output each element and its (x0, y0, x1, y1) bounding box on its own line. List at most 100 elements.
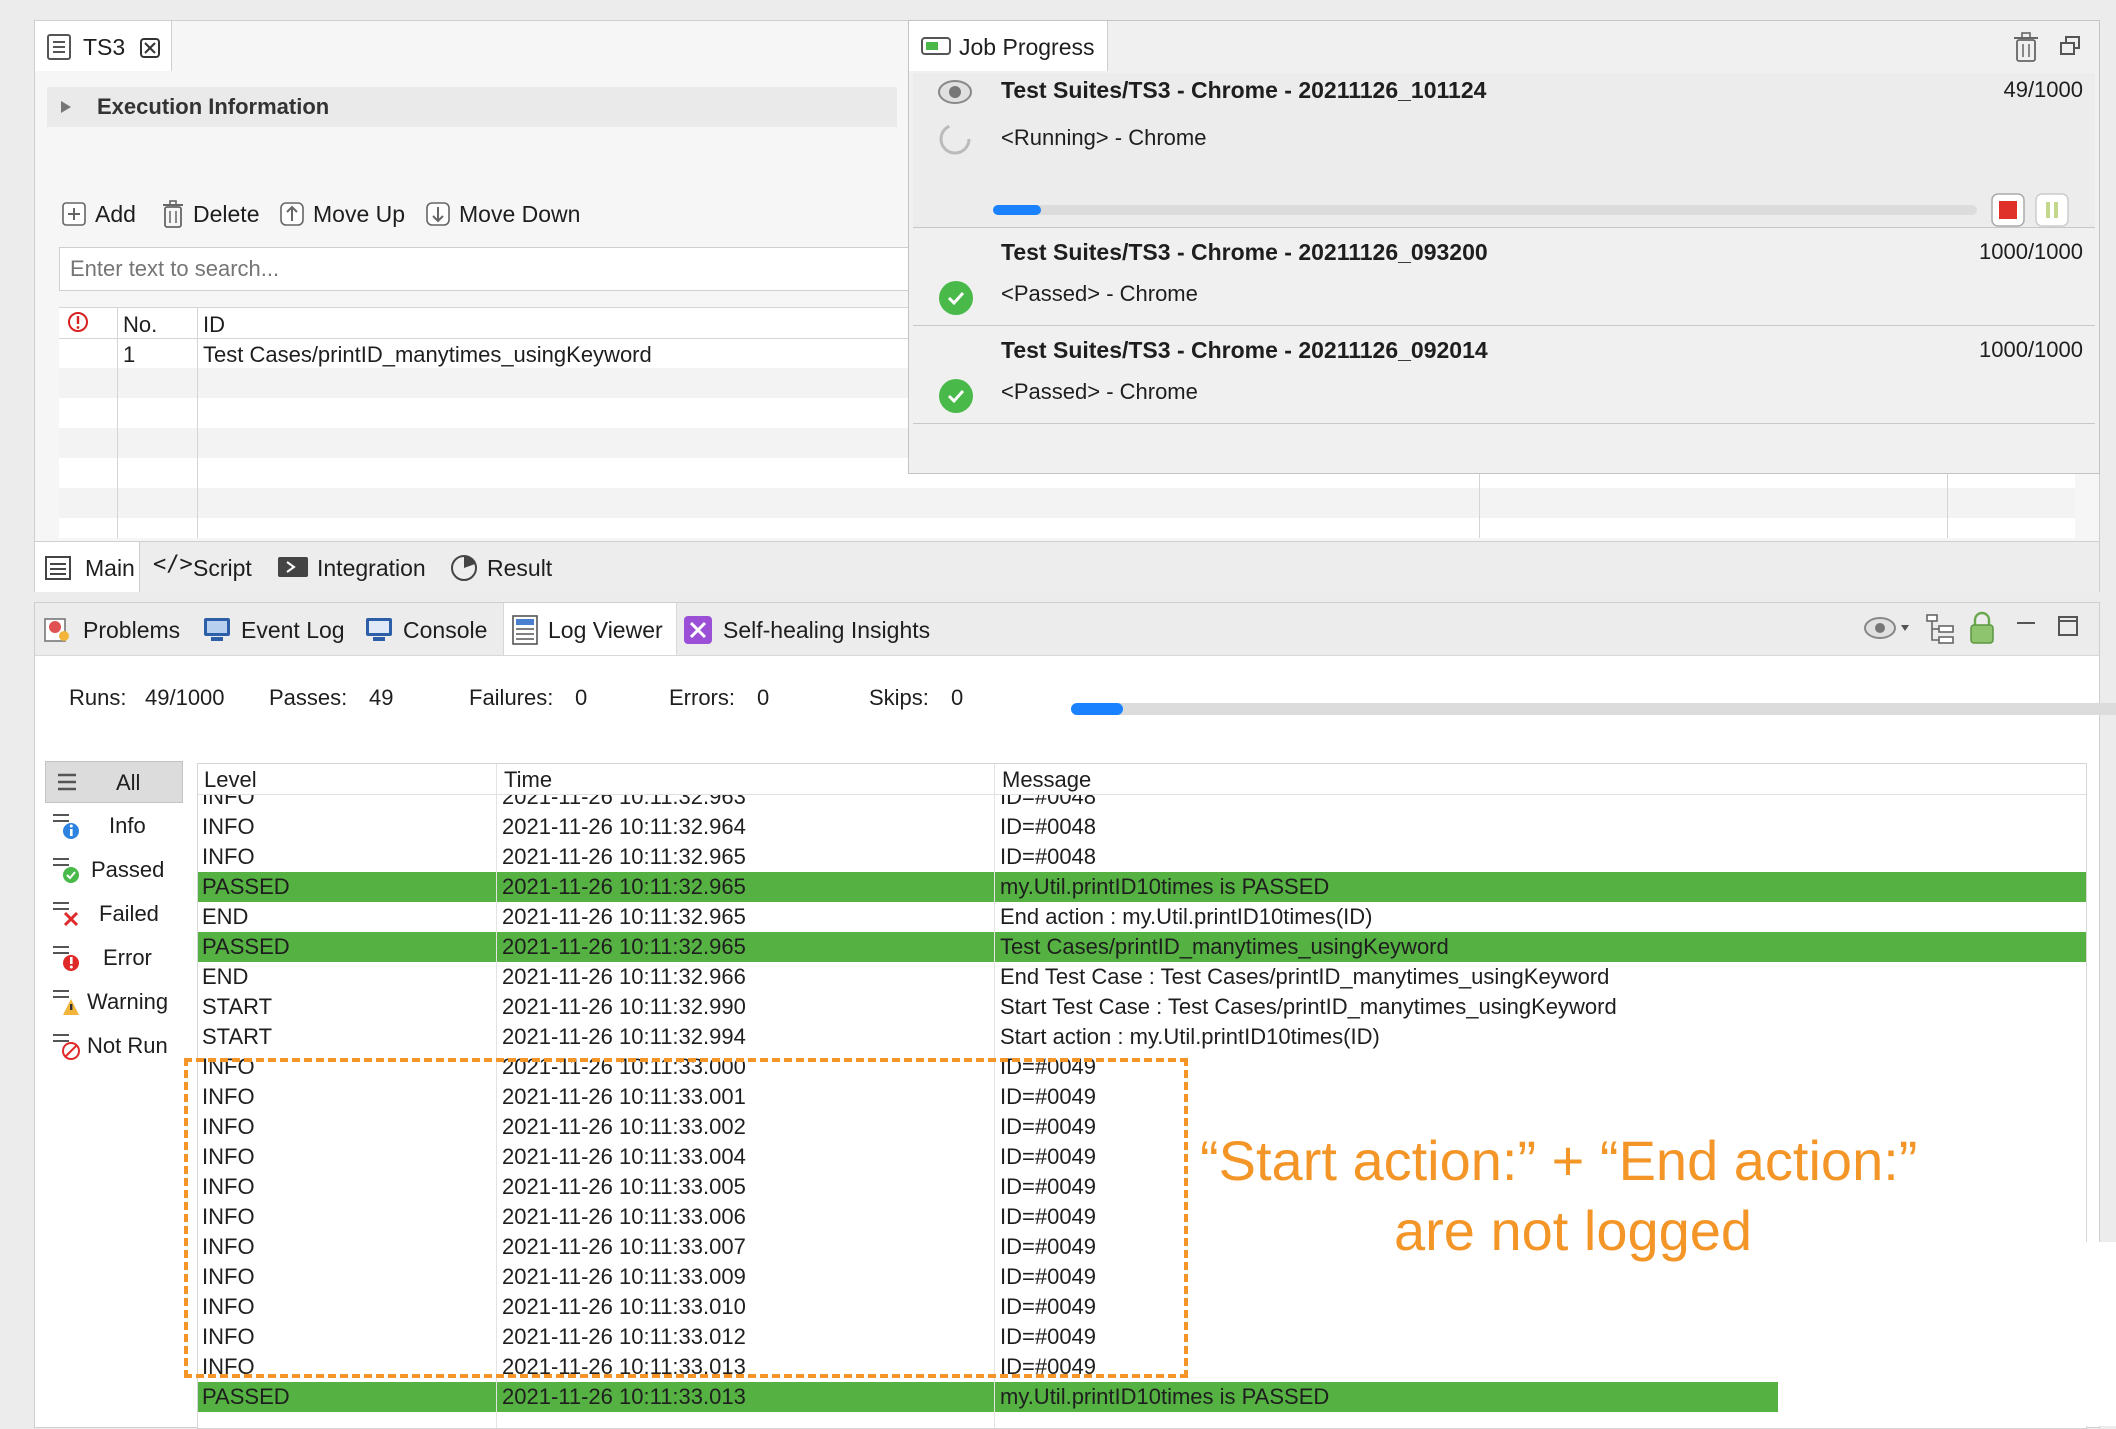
tab-job-progress-label: Job Progress (959, 34, 1095, 60)
job-entry-passed[interactable]: Test Suites/TS3 - Chrome - 20211126_0920… (913, 327, 2095, 424)
scroll-lock-icon[interactable] (1967, 611, 1997, 645)
tab-ts3-label: TS3 (83, 34, 126, 60)
filter-all[interactable]: All (45, 761, 183, 803)
job-progress-panel: Job Progress Test Suites/TS3 - Chrome - … (908, 20, 2100, 474)
column-level[interactable]: Level (204, 767, 257, 793)
column-message[interactable]: Message (1002, 767, 1091, 793)
filter-info[interactable]: Info (45, 805, 181, 845)
passes-value: 49 (369, 685, 394, 710)
log-row[interactable]: PASSED 2021-11-26 10:11:32.965 Test Cases/… (198, 932, 2086, 962)
console-icon (366, 618, 392, 641)
passes-label: Passes: (269, 685, 348, 710)
tab-result[interactable]: Result (449, 542, 569, 592)
log-row[interactable]: INFO 2021-11-26 10:11:32.964 ID=#0048 (198, 812, 2086, 842)
move-down-button[interactable]: Move Down (425, 193, 585, 233)
tab-script-label: Script (193, 555, 252, 581)
job-entry-passed[interactable]: Test Suites/TS3 - Chrome - 20211126_0932… (913, 229, 2095, 326)
tab-main[interactable]: Main (35, 542, 140, 592)
column-id[interactable]: ID (203, 312, 225, 338)
stop-icon[interactable] (1991, 193, 2025, 227)
column-no[interactable]: No. (123, 312, 157, 338)
filter-error[interactable]: Error (45, 937, 181, 977)
log-row[interactable]: END 2021-11-26 10:11:32.966 End Test Case … (198, 962, 2086, 992)
log-row[interactable]: START 2021-11-26 10:11:32.994 Start action… (198, 1022, 2086, 1052)
errors-label: Errors: (669, 685, 735, 710)
tab-self-healing-insights[interactable]: Self-healing Insights (683, 603, 953, 655)
blank-overlay (1778, 1290, 1838, 1426)
tab-problems[interactable]: Problems (43, 603, 193, 655)
test-suite-icon (47, 34, 71, 60)
clear-all-icon[interactable] (2011, 31, 2041, 63)
log-time: 2021-11-26 10:11:33.013 (502, 1384, 746, 1409)
job-progress-track (993, 205, 1977, 215)
job-progress-bar (993, 205, 1042, 215)
maximize-icon[interactable] (2057, 615, 2079, 637)
log-time: 2021-11-26 10:11:32.965 (502, 934, 746, 959)
log-row[interactable]: PASSED 2021-11-26 10:11:32.965 my.Util.pri… (198, 872, 2086, 902)
log-row[interactable]: START 2021-11-26 10:11:32.990 Start Test C… (198, 992, 2086, 1022)
add-label: Add (95, 201, 136, 227)
tree-view-icon[interactable] (1925, 613, 1957, 645)
log-level: PASSED (202, 1384, 290, 1409)
restore-window-icon[interactable] (2059, 35, 2081, 57)
log-viewer-icon (512, 615, 538, 645)
filter-not-run[interactable]: Not Run (45, 1025, 181, 1065)
eye-icon[interactable] (935, 77, 975, 107)
view-menu-icon[interactable] (1863, 615, 1913, 641)
filter-warning[interactable]: Warning (45, 981, 181, 1021)
passed-check-icon (939, 281, 973, 315)
log-time: 2021-11-26 10:11:32.990 (502, 994, 746, 1019)
log-time: 2021-11-26 10:11:32.965 (502, 874, 746, 899)
errors-value: 0 (757, 685, 770, 710)
column-time[interactable]: Time (504, 767, 552, 793)
execution-information-section[interactable]: Execution Information (47, 87, 897, 127)
tab-event-log[interactable]: Event Log (203, 603, 353, 655)
job-status: <Running> - Chrome (1001, 125, 1207, 150)
log-row[interactable]: END 2021-11-26 10:11:32.965 End action : m… (198, 902, 2086, 932)
add-button[interactable]: Add (61, 193, 141, 233)
event-log-icon (204, 618, 230, 641)
job-entry-running[interactable]: Test Suites/TS3 - Chrome - 20211126_1011… (913, 73, 2095, 228)
runs-value: 49/1000 (145, 685, 225, 710)
log-time: 2021-11-26 10:11:32.964 (502, 814, 746, 839)
filter-warning-label: Warning (87, 989, 169, 1014)
tab-integration[interactable]: Integration (277, 542, 437, 592)
job-status: <Passed> - Chrome (1001, 379, 1198, 404)
pause-icon[interactable] (2035, 193, 2069, 227)
highlight-box (184, 1058, 1188, 1378)
runs-label: Runs: (69, 685, 127, 710)
log-message: my.Util.printID10times is PASSED (1000, 874, 1330, 899)
log-row[interactable]: INFO 2021-11-26 10:11:32.963 ID=#0048 (198, 794, 2086, 812)
tab-log-viewer-label: Log Viewer (548, 617, 663, 643)
annotation-line-2: are not logged (1394, 1199, 1753, 1262)
spinner-icon (939, 123, 971, 155)
minimize-icon[interactable] (2015, 615, 2037, 637)
log-message: Test Cases/printID_manytimes_usingKeywor… (1000, 934, 1449, 959)
tab-log-viewer[interactable]: Log Viewer (503, 603, 677, 655)
filter-failed[interactable]: Failed (45, 893, 181, 933)
delete-button[interactable]: Delete (161, 193, 271, 233)
run-progress-bar (1071, 703, 1123, 715)
filter-info-label: Info (109, 813, 146, 838)
move-up-button[interactable]: Move Up (279, 193, 409, 233)
tab-console[interactable]: Console (365, 603, 495, 655)
search-input[interactable] (59, 247, 909, 291)
log-level: PASSED (202, 874, 290, 899)
expand-triangle-icon[interactable] (59, 99, 73, 115)
job-count: 1000/1000 (1979, 239, 2083, 264)
filter-failed-label: Failed (99, 901, 159, 926)
move-up-label: Move Up (313, 201, 406, 227)
log-level: INFO (202, 814, 255, 839)
passed-check-icon (939, 379, 973, 413)
tab-job-progress[interactable]: Job Progress (909, 21, 1108, 71)
filter-passed[interactable]: Passed (45, 849, 181, 889)
tab-script[interactable]: </> Script (153, 542, 263, 592)
log-message: Start Test Case : Test Cases/printID_man… (1000, 994, 1617, 1019)
level-filters: All Info Passed Failed Error Warning Not… (45, 761, 183, 1061)
editor-bottom-tabs: Main </> Script Integration Result (35, 541, 2099, 592)
log-message: End action : my.Util.printID10times(ID) (1000, 904, 1373, 929)
tab-ts3[interactable]: TS3 (35, 21, 172, 71)
close-icon[interactable] (139, 37, 161, 59)
column-divider (197, 308, 198, 538)
log-row[interactable]: INFO 2021-11-26 10:11:32.965 ID=#0048 (198, 842, 2086, 872)
